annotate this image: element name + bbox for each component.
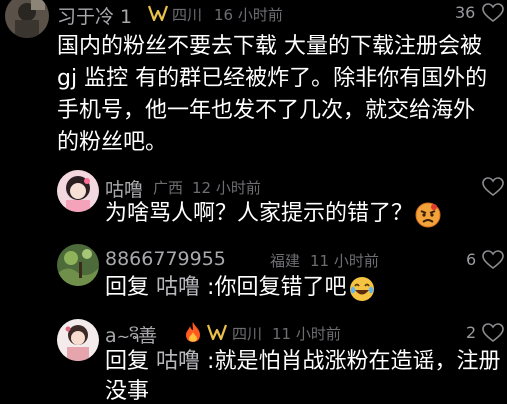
like-count: 6 xyxy=(466,250,477,269)
comment-text-line: gj 监控 有的群已经被炸了。除非你有国外的 xyxy=(57,66,488,91)
heart-icon[interactable] xyxy=(482,3,504,23)
like-count: 2 xyxy=(466,323,477,342)
reply-location: 四川 xyxy=(232,325,263,343)
comment-text-line: 国内的粉丝不要去下载 大量的下载注册会被 xyxy=(57,34,482,59)
reply-label: 回复 xyxy=(105,275,150,300)
reply-label: 回复 xyxy=(105,349,150,374)
badge-icon xyxy=(147,3,169,27)
reply-username-suffix[interactable]: 善 xyxy=(138,325,157,347)
laugh-emoji xyxy=(349,276,375,306)
badge-icon xyxy=(206,322,228,346)
comment-thread: 习于冷 1 四川 16 小时前 36 国内的粉丝不要去下载 大量的下载注册会被 … xyxy=(0,0,507,404)
avatar[interactable] xyxy=(57,170,99,212)
reply-text: 为啥骂人啊？人家提示的错了？ xyxy=(105,201,414,226)
heart-icon[interactable] xyxy=(482,177,504,197)
comment-time: 16 小时前 xyxy=(214,6,283,24)
comment-username[interactable]: 习于冷 1 xyxy=(57,2,132,29)
comment-text-line: 手机号，他一年也发不了几次，就交给海外 xyxy=(57,98,476,123)
avatar[interactable] xyxy=(5,0,49,38)
username-symbol: ~ຈິ xyxy=(116,327,139,346)
reply-location: 福建 xyxy=(270,252,301,270)
reply-text-line: 没事 xyxy=(105,379,150,404)
angry-emoji xyxy=(415,202,441,232)
reply-target-username[interactable]: 咕噜 xyxy=(156,275,200,300)
comment-location: 四川 xyxy=(172,6,203,24)
reply-text: 回复 咕噜 :你回复错了吧 xyxy=(105,272,346,304)
like-count: 36 xyxy=(455,3,476,22)
avatar[interactable] xyxy=(57,319,99,361)
reply-target-username[interactable]: 咕噜 xyxy=(156,349,200,374)
fire-emoji xyxy=(183,321,203,347)
reply-location: 广西 xyxy=(153,179,184,197)
reply-time: 11 小时前 xyxy=(272,325,341,343)
reply-username-row[interactable]: a~ຈິ善 xyxy=(105,321,157,348)
heart-icon[interactable] xyxy=(482,323,504,343)
reply-username[interactable]: 8866779955 xyxy=(105,248,226,270)
heart-icon[interactable] xyxy=(482,250,504,270)
reply-body: :你回复错了吧 xyxy=(207,275,347,300)
reply-text: 回复 咕噜 :就是怕肖战涨粉在造谣，注册 xyxy=(105,346,500,378)
reply-time: 11 小时前 xyxy=(310,252,379,270)
reply-time: 12 小时前 xyxy=(192,179,261,197)
reply-body: :就是怕肖战涨粉在造谣，注册 xyxy=(207,349,501,374)
comment-text-line: 的粉丝吧。 xyxy=(57,130,168,155)
avatar[interactable] xyxy=(57,244,99,286)
reply-username[interactable]: a xyxy=(105,325,117,347)
